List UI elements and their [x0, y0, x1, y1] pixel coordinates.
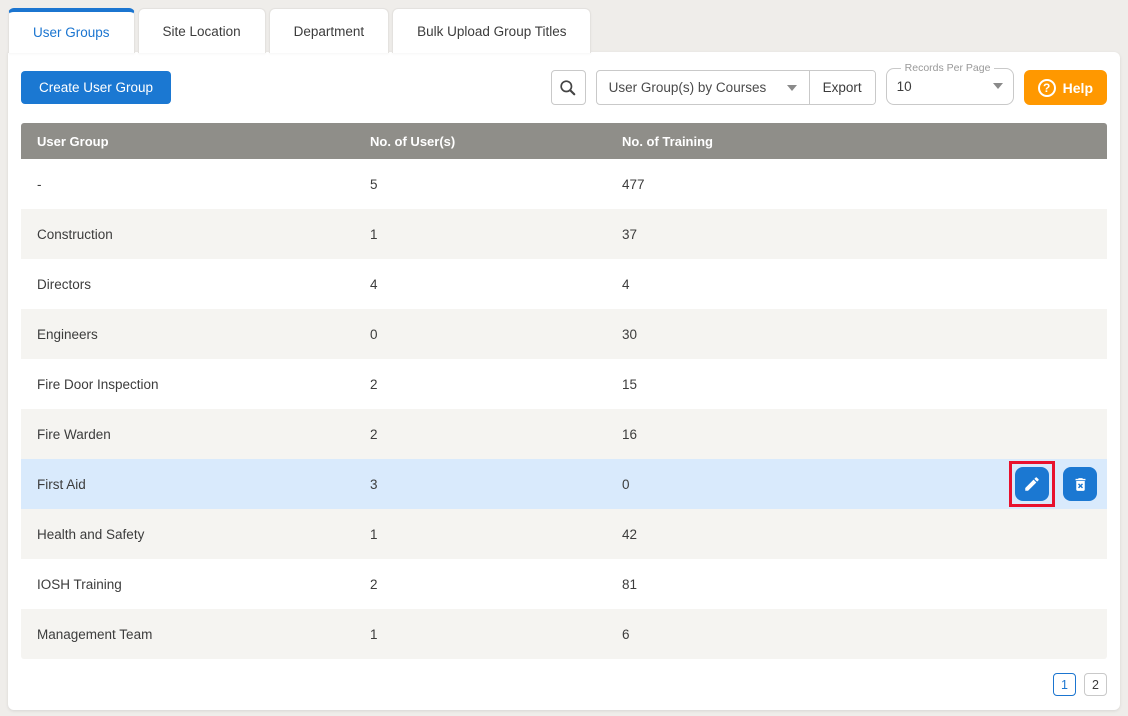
search-icon	[558, 78, 578, 98]
cell-no-of-users: 0	[354, 327, 606, 342]
pagination-page-1[interactable]: 1	[1053, 673, 1076, 696]
cell-user-group: First Aid	[21, 477, 354, 492]
content-panel: Create User Group User Group(s) by Cours…	[8, 52, 1120, 710]
table-header-row: User Group No. of User(s) No. of Trainin…	[21, 123, 1107, 159]
tab-label: User Groups	[33, 25, 110, 40]
tab-label: Site Location	[163, 24, 241, 39]
chevron-down-icon	[993, 83, 1003, 89]
report-type-dropdown-value: User Group(s) by Courses	[609, 80, 767, 95]
table-row[interactable]: IOSH Training 2 81	[21, 559, 1107, 609]
help-button-label: Help	[1063, 80, 1093, 96]
cell-no-of-training: 37	[606, 227, 1107, 242]
tab-department[interactable]: Department	[269, 8, 390, 53]
cell-no-of-training: 6	[606, 627, 1107, 642]
toolbar-right: User Group(s) by Courses Export Records …	[551, 70, 1107, 105]
cell-user-group: Fire Door Inspection	[21, 377, 354, 392]
column-header-no-of-training: No. of Training	[606, 134, 1107, 149]
chevron-down-icon	[787, 85, 797, 91]
help-button[interactable]: ? Help	[1024, 70, 1107, 105]
create-user-group-button[interactable]: Create User Group	[21, 71, 171, 104]
cell-no-of-users: 2	[354, 577, 606, 592]
cell-no-of-training: 16	[606, 427, 1107, 442]
table-body: - 5 477 Construction 1 37 Directors 4 4 …	[21, 159, 1107, 659]
records-per-page-value: 10	[897, 79, 912, 94]
table-row[interactable]: Management Team 1 6	[21, 609, 1107, 659]
search-button[interactable]	[551, 70, 586, 105]
delete-row-button[interactable]	[1063, 467, 1097, 501]
cell-no-of-users: 1	[354, 227, 606, 242]
cell-no-of-training: 42	[606, 527, 1107, 542]
table-row[interactable]: Engineers 0 30	[21, 309, 1107, 359]
cell-no-of-users: 5	[354, 177, 606, 192]
table-row[interactable]: - 5 477	[21, 159, 1107, 209]
table-row[interactable]: Fire Warden 2 16	[21, 409, 1107, 459]
tab-user-groups[interactable]: User Groups	[8, 8, 135, 53]
cell-user-group: Directors	[21, 277, 354, 292]
cell-user-group: Health and Safety	[21, 527, 354, 542]
column-header-no-of-users: No. of User(s)	[354, 134, 606, 149]
cell-no-of-training: 4	[606, 277, 1107, 292]
cell-no-of-users: 2	[354, 377, 606, 392]
row-actions	[993, 461, 1097, 507]
cell-user-group: Engineers	[21, 327, 354, 342]
table-row[interactable]: Construction 1 37	[21, 209, 1107, 259]
cell-user-group: IOSH Training	[21, 577, 354, 592]
cell-no-of-users: 2	[354, 427, 606, 442]
column-header-user-group: User Group	[21, 134, 354, 149]
report-type-dropdown[interactable]: User Group(s) by Courses	[597, 71, 809, 104]
help-question-icon: ?	[1038, 79, 1056, 97]
pagination-page-2[interactable]: 2	[1084, 673, 1107, 696]
cell-no-of-training: 81	[606, 577, 1107, 592]
cell-user-group: Management Team	[21, 627, 354, 642]
cell-no-of-users: 1	[354, 527, 606, 542]
tab-site-location[interactable]: Site Location	[138, 8, 266, 53]
pagination: 1 2	[1053, 673, 1107, 696]
edit-row-button[interactable]	[1015, 467, 1049, 501]
report-export-group: User Group(s) by Courses Export	[596, 70, 876, 105]
cell-no-of-training: 15	[606, 377, 1107, 392]
records-per-page-inner: 10	[897, 79, 1003, 94]
records-per-page-label: Records Per Page	[901, 62, 995, 74]
cell-no-of-users: 3	[354, 477, 606, 492]
pencil-icon	[1023, 475, 1041, 493]
tab-bar: User Groups Site Location Department Bul…	[8, 8, 591, 53]
trash-icon	[1072, 476, 1089, 493]
user-groups-table: User Group No. of User(s) No. of Trainin…	[21, 123, 1107, 659]
tab-label: Bulk Upload Group Titles	[417, 24, 566, 39]
cell-no-of-users: 1	[354, 627, 606, 642]
table-row-selected-first-aid[interactable]: First Aid 3 0	[21, 459, 1107, 509]
annotation-highlight	[1009, 461, 1055, 507]
records-per-page-dropdown[interactable]: Records Per Page 10	[886, 62, 1014, 105]
cell-user-group: -	[21, 177, 354, 192]
cell-no-of-training: 30	[606, 327, 1107, 342]
export-button[interactable]: Export	[809, 71, 875, 104]
table-row[interactable]: Directors 4 4	[21, 259, 1107, 309]
tab-bulk-upload-group-titles[interactable]: Bulk Upload Group Titles	[392, 8, 591, 53]
cell-no-of-users: 4	[354, 277, 606, 292]
cell-user-group: Construction	[21, 227, 354, 242]
cell-no-of-training: 477	[606, 177, 1107, 192]
cell-user-group: Fire Warden	[21, 427, 354, 442]
table-row[interactable]: Health and Safety 1 42	[21, 509, 1107, 559]
table-row[interactable]: Fire Door Inspection 2 15	[21, 359, 1107, 409]
tab-label: Department	[294, 24, 365, 39]
